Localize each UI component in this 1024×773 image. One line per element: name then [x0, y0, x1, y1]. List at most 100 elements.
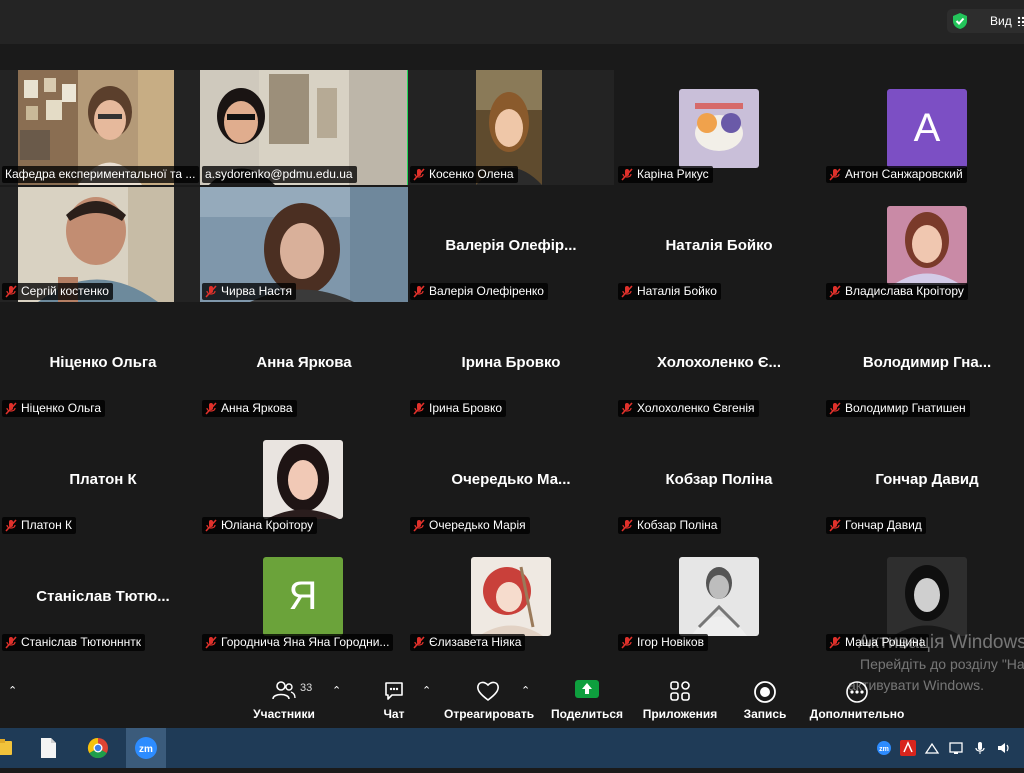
mic-muted-icon	[205, 519, 217, 532]
participant-name: Ірина Бровко	[429, 401, 503, 415]
participant-tile[interactable]: Володимир Гна... Володимир Гнатишен	[824, 304, 1024, 419]
windows-taskbar: zm zm	[0, 728, 1024, 768]
participant-tile[interactable]: Кафедра експериментальної та ...	[0, 70, 206, 185]
participant-name-label: Кобзар Поліна	[618, 517, 722, 534]
participant-tile[interactable]: Ірина Бровко Ірина Бровко	[408, 304, 614, 419]
participant-name: Антон Санжаровский	[845, 167, 963, 181]
mic-muted-icon	[413, 168, 425, 181]
zoom-tray-icon[interactable]: zm	[876, 740, 892, 756]
top-bar: Вид	[0, 0, 1024, 44]
participant-display-name: Кобзар Поліна	[665, 471, 773, 488]
participant-avatar: Я	[263, 557, 343, 636]
participant-tile[interactable]: Чирва Настя	[200, 187, 408, 302]
windows-activation-line: активувати Windows.	[848, 677, 984, 693]
participants-caret-icon[interactable]: ⌃	[332, 684, 341, 697]
document-icon[interactable]	[28, 728, 68, 768]
svg-text:zm: zm	[139, 744, 153, 755]
participants-button[interactable]: 33 Участники	[246, 668, 322, 728]
participant-tile[interactable]: Платон К Платон К	[0, 421, 206, 536]
grid-icon	[1017, 16, 1024, 26]
participant-name: Городнича Яна Яна Городни...	[221, 635, 390, 649]
participant-name: Очередько Марія	[429, 518, 526, 532]
participant-tile[interactable]: Кобзар Поліна Кобзар Поліна	[616, 421, 822, 536]
participant-name-label: Ігор Новіков	[618, 634, 708, 651]
participant-tile[interactable]: Владислава Кроітору	[824, 187, 1024, 302]
participant-name: Гончар Давид	[845, 518, 922, 532]
share-button[interactable]: Поделиться	[550, 668, 624, 728]
windows-activation-title: Активація Windows	[858, 632, 1024, 653]
mic-muted-icon	[5, 636, 17, 649]
chat-icon	[385, 682, 403, 700]
participant-name-label: Наталія Бойко	[618, 283, 721, 300]
participants-label: Участники	[253, 707, 315, 721]
acrobat-tray-icon[interactable]	[900, 740, 916, 756]
participant-tile[interactable]: Ігор Новіков	[616, 538, 822, 653]
participant-tile[interactable]: Валерія Олефір... Валерія Олефіренко	[408, 187, 614, 302]
participant-tile[interactable]: Сергій костенко	[0, 187, 206, 302]
participant-tile[interactable]: Анна Яркова Анна Яркова	[200, 304, 408, 419]
participant-name: Станіслав Тютюнннтк	[21, 635, 142, 649]
mic-muted-icon	[829, 636, 841, 649]
participant-name-label: Косенко Олена	[410, 166, 518, 183]
audio-caret-icon[interactable]: ⌃	[8, 684, 17, 697]
participant-name: Ніценко Ольга	[21, 401, 102, 415]
participant-tile[interactable]: a.sydorenko@pdmu.edu.ua	[200, 70, 408, 185]
participant-name-label: Очередько Марія	[410, 517, 530, 534]
network-tray-icon[interactable]	[948, 740, 964, 756]
microphone-tray-icon[interactable]	[972, 740, 988, 756]
participant-tile[interactable]: Юліана Кроітору	[200, 421, 408, 536]
participant-name-label: Чирва Настя	[202, 283, 296, 300]
participant-name-label: Городнича Яна Яна Городни...	[202, 634, 394, 651]
security-shield-icon[interactable]	[947, 9, 973, 33]
participant-name-label: Станіслав Тютюнннтк	[2, 634, 146, 651]
participant-avatar: A	[887, 89, 967, 168]
participant-name-label: Холохоленко Євгенія	[618, 400, 759, 417]
participant-tile[interactable]: Очередько Ма... Очередько Марія	[408, 421, 614, 536]
participant-tile[interactable]: Наталія Бойко Наталія Бойко	[616, 187, 822, 302]
participant-name: Холохоленко Євгенія	[637, 401, 755, 415]
chat-caret-icon[interactable]: ⌃	[422, 684, 431, 697]
react-caret-icon[interactable]: ⌃	[521, 684, 530, 697]
participant-tile[interactable]: Єлизавета Ніяка	[408, 538, 614, 653]
participant-tile[interactable]: Я Городнича Яна Яна Городни...	[200, 538, 408, 653]
view-button[interactable]: Вид	[973, 9, 1024, 33]
zoom-taskbar-icon[interactable]: zm	[126, 728, 166, 768]
participant-name: Чирва Настя	[221, 284, 292, 298]
participant-name: a.sydorenko@pdmu.edu.ua	[205, 167, 353, 181]
participant-tile[interactable]: Ніценко Ольга Ніценко Ольга	[0, 304, 206, 419]
participant-name: Сергій костенко	[21, 284, 109, 298]
chat-button[interactable]: Чат	[370, 668, 418, 728]
participant-tile[interactable]: Станіслав Тютю... Станіслав Тютюнннтк	[0, 538, 206, 653]
participant-name: Кобзар Поліна	[637, 518, 718, 532]
volume-tray-icon[interactable]	[996, 740, 1012, 756]
participant-avatar	[679, 89, 759, 168]
participant-avatar	[887, 206, 967, 285]
participant-display-name: Валерія Олефір...	[445, 237, 577, 254]
mic-muted-icon	[205, 402, 217, 415]
participant-tile[interactable]: Холохоленко Є... Холохоленко Євгенія	[616, 304, 822, 419]
participant-display-name: Наталія Бойко	[665, 237, 773, 254]
participant-tile[interactable]: Косенко Олена	[408, 70, 614, 185]
react-button[interactable]: Отреагировать	[444, 668, 534, 728]
mic-muted-icon	[621, 402, 633, 415]
participant-avatar	[887, 557, 967, 636]
chrome-icon[interactable]	[78, 728, 118, 768]
participant-tile[interactable]: Каріна Рикус	[616, 70, 822, 185]
mic-muted-icon	[621, 519, 633, 532]
participant-name-label: Володимир Гнатишен	[826, 400, 970, 417]
participants-icon	[272, 681, 296, 700]
record-button[interactable]: Запись	[736, 668, 794, 728]
participant-display-name: Володимир Гна...	[862, 354, 992, 371]
device-tray-icon[interactable]	[924, 740, 940, 756]
participant-name: Косенко Олена	[429, 167, 514, 181]
participant-name: Єлизавета Ніяка	[429, 635, 522, 649]
record-label: Запись	[743, 707, 787, 721]
participant-tile[interactable]: Гончар Давид Гончар Давид	[824, 421, 1024, 536]
participant-tile[interactable]: A Антон Санжаровский	[824, 70, 1024, 185]
participant-display-name: Гончар Давид	[875, 471, 979, 488]
file-explorer-icon[interactable]	[0, 728, 24, 768]
participant-name-label: Ірина Бровко	[410, 400, 507, 417]
participant-name-label: Платон К	[2, 517, 77, 534]
participant-name: Володимир Гнатишен	[845, 401, 966, 415]
apps-button[interactable]: Приложения	[640, 668, 720, 728]
